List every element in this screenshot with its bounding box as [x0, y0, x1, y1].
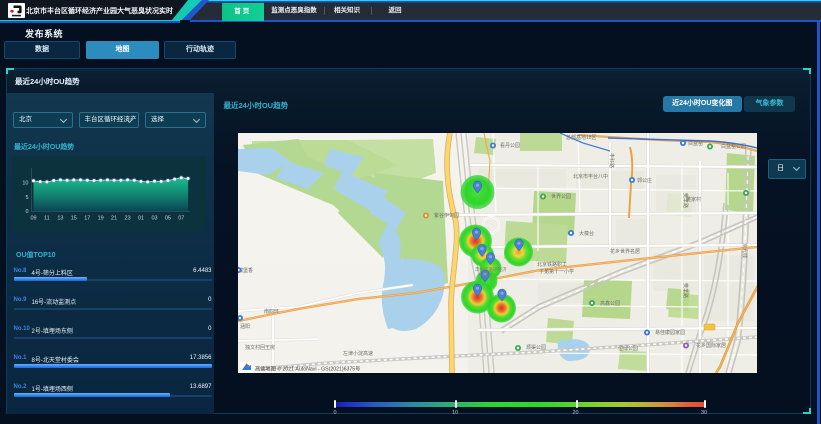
svg-text:17: 17	[84, 216, 90, 222]
svg-text:高德地图 © 2021 AutoNavi - GS(2021: 高德地图 © 2021 AutoNavi - GS(2021)6375号	[255, 365, 360, 373]
svg-text:01: 01	[138, 216, 144, 222]
svg-text:世界公园: 世界公园	[551, 193, 571, 200]
svg-text:03: 03	[151, 216, 157, 222]
svg-text:0: 0	[25, 209, 28, 215]
svg-text:紫谷伊甸园: 紫谷伊甸园	[434, 212, 459, 219]
svg-text:11: 11	[44, 216, 50, 222]
svg-text:京九线: 京九线	[741, 243, 748, 258]
svg-text:易佳康园家园: 易佳康园家园	[655, 329, 685, 336]
svg-text:白盆窑公园: 白盆窑公园	[721, 143, 746, 150]
svg-text:白盆窑: 白盆窑	[688, 140, 703, 147]
svg-text:北京铁路职工: 北京铁路职工	[537, 261, 567, 268]
svg-text:花乡世界名居: 花乡世界名居	[610, 248, 640, 255]
svg-text:产业园: 产业园	[478, 272, 492, 279]
svg-text:19: 19	[98, 216, 104, 222]
svg-text:丰台区循环经济: 丰台区循环经济	[475, 266, 507, 273]
svg-text:23: 23	[125, 216, 131, 222]
svg-text:樊家村: 樊家村	[686, 196, 701, 203]
svg-text:北京市丰台八中: 北京市丰台八中	[573, 173, 608, 180]
svg-text:樊羊路: 樊羊路	[682, 283, 689, 298]
svg-text:5: 5	[25, 195, 28, 201]
svg-text:07: 07	[178, 216, 184, 222]
svg-text:看丹公园: 看丹公园	[500, 142, 520, 149]
svg-text:总部基地18区: 总部基地18区	[566, 134, 597, 141]
svg-text:涵阳: 涵阳	[240, 323, 250, 330]
svg-text:独文村回王房: 独文村回王房	[245, 344, 275, 351]
svg-text:南四环: 南四环	[264, 308, 279, 315]
svg-text:郭公庄: 郭公庄	[637, 177, 652, 184]
svg-text:15: 15	[71, 216, 77, 222]
svg-text:10: 10	[22, 181, 28, 187]
svg-text:05: 05	[165, 216, 171, 222]
svg-text:高鑫公园: 高鑫公园	[600, 300, 620, 307]
svg-text:丰科路: 丰科路	[608, 153, 615, 168]
svg-text:13: 13	[57, 216, 63, 222]
svg-text:大葆台: 大葆台	[579, 230, 594, 237]
svg-text:子弟第十一小学: 子弟第十一小学	[539, 268, 574, 275]
svg-text:烦渠公园: 烦渠公园	[526, 344, 546, 351]
svg-text:21: 21	[111, 216, 117, 222]
svg-text:花乡国际家居: 花乡国际家居	[696, 342, 726, 349]
svg-text:左津小淀高速: 左津小淀高速	[343, 350, 373, 357]
svg-text:恒绿公园: 恒绿公园	[618, 345, 638, 352]
svg-text:09: 09	[30, 216, 36, 222]
